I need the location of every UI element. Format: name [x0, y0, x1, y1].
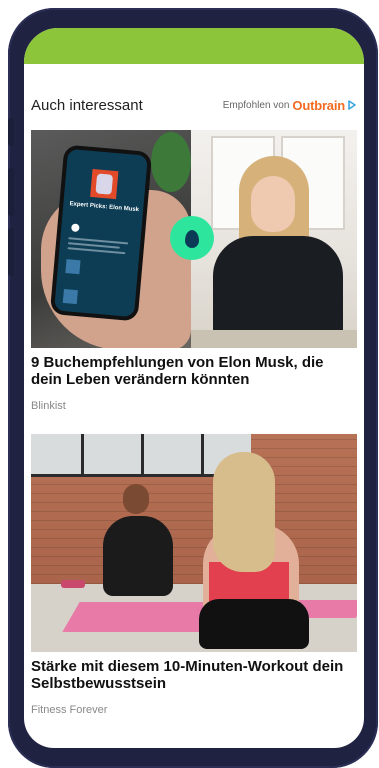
outbrain-attribution[interactable]: Empfohlen von Outbrain: [223, 98, 357, 113]
phone-volume-up-button: [8, 168, 14, 216]
card-image-workout[interactable]: [31, 434, 357, 652]
dumbbell: [61, 580, 85, 588]
phone-screen-title: Expert Picks: Elon Musk: [69, 201, 140, 214]
window-bar: [201, 434, 204, 474]
phone-volume-down-button: [8, 228, 14, 276]
section-title: Auch interessant: [31, 96, 143, 114]
card-source[interactable]: Blinkist: [31, 400, 357, 412]
phone-screen: Auch interessant Empfohlen von Outbrain: [24, 28, 364, 748]
blinkist-drop-icon: [185, 230, 199, 248]
table: [191, 330, 357, 348]
woman-back-hair: [213, 452, 275, 572]
recommended-by-label: Empfohlen von: [222, 99, 290, 111]
elon-portrait-icon: [95, 173, 114, 195]
plant: [151, 132, 191, 192]
card-title[interactable]: Stärke mit diesem 10-Minuten-Workout dei…: [31, 658, 357, 692]
play-icon: [71, 223, 80, 233]
window-bar: [141, 434, 144, 474]
woman-front-head: [123, 484, 149, 514]
window-bar: [81, 434, 84, 474]
recommendation-card-elon-musk[interactable]: Expert Picks: Elon Musk 9 Buchempfehlung…: [31, 130, 357, 412]
outbrain-logo[interactable]: Outbrain: [292, 98, 357, 113]
woman-back-shorts: [199, 599, 309, 649]
phone-side-button: [8, 118, 14, 146]
outbrain-brand-text: Outbrain: [292, 97, 345, 113]
phone-mockup: Expert Picks: Elon Musk: [49, 144, 153, 322]
woman-face: [251, 176, 295, 232]
header-bar: [24, 28, 364, 64]
card-title[interactable]: 9 Buchempfehlungen von Elon Musk, die de…: [31, 354, 357, 388]
phone-mockup-screen: Expert Picks: Elon Musk: [54, 148, 148, 318]
card-image-blinkist[interactable]: Expert Picks: Elon Musk: [31, 130, 357, 348]
book-thumbnail-icon: [62, 288, 78, 305]
outbrain-arrow-icon: [348, 100, 356, 110]
card-source[interactable]: Fitness Forever: [31, 704, 357, 716]
recommendation-card-workout[interactable]: Stärke mit diesem 10-Minuten-Workout dei…: [31, 434, 357, 716]
woman-front-body: [103, 516, 173, 596]
recommendations-header: Auch interessant Empfohlen von Outbrain: [31, 94, 357, 116]
book-thumbnail-icon: [65, 259, 81, 275]
